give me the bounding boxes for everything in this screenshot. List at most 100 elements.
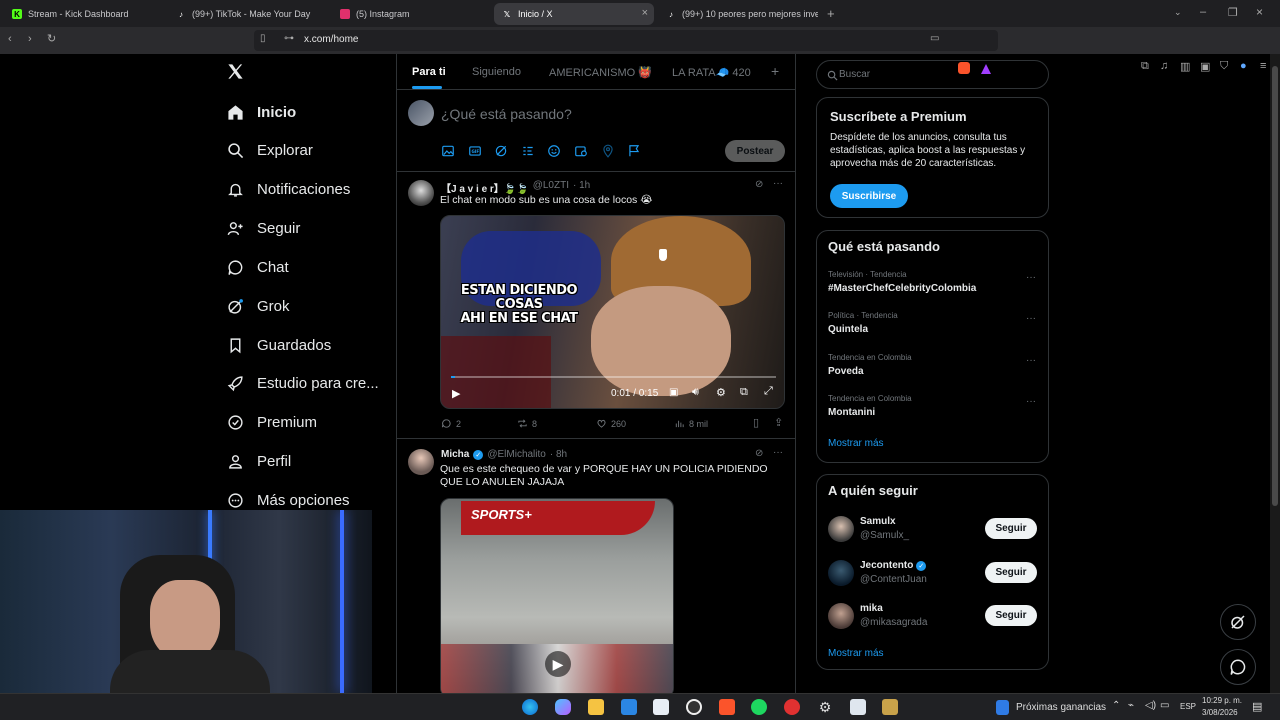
folder-icon[interactable] <box>588 699 604 715</box>
search-box[interactable]: Buscar <box>816 60 1049 89</box>
browser-tab-x[interactable]: 𝕏 Inicio / X × <box>494 3 654 25</box>
settings-icon[interactable]: ⚙ <box>716 386 726 399</box>
tab-list-icon[interactable]: ⌄ <box>1174 7 1182 18</box>
url-box[interactable]: ▯ ⊶ x.com/home ▭ <box>254 30 998 51</box>
grok-explain-icon[interactable]: ⊘ <box>755 179 763 190</box>
browser-tab-instagram[interactable]: (5) Instagram <box>332 3 492 25</box>
scrollbar-thumb[interactable] <box>1272 66 1278 506</box>
more-options-icon[interactable]: ··· <box>773 178 783 189</box>
brave-icon[interactable] <box>719 699 735 715</box>
avatar[interactable] <box>408 449 434 475</box>
cast-icon[interactable]: ▭ <box>930 33 939 44</box>
composer-input[interactable]: ¿Qué está pasando? <box>441 106 572 122</box>
avatar[interactable] <box>828 603 854 629</box>
follow-button[interactable]: Seguir <box>985 562 1037 583</box>
location-icon[interactable] <box>601 144 615 158</box>
nav-creator-studio[interactable]: Estudio para cre... <box>226 368 379 398</box>
trend-item[interactable]: Política · Tendencia Quintela ··· <box>817 309 1048 350</box>
tweet-time[interactable]: · 8h <box>550 449 567 460</box>
captions-icon[interactable]: ▣ <box>669 387 678 398</box>
minimize-icon[interactable]: – <box>1200 6 1206 18</box>
image-icon[interactable] <box>441 144 455 158</box>
follow-item[interactable]: Jecontento ✓ @ContentJuan Seguir <box>817 557 1048 591</box>
trend-item[interactable]: Televisión · Tendencia #MasterChefCelebr… <box>817 268 1048 309</box>
add-tab-icon[interactable]: + <box>771 63 779 79</box>
trend-more-icon[interactable]: ··· <box>1026 272 1036 283</box>
avatar[interactable] <box>408 180 434 206</box>
nav-follow[interactable]: Seguir <box>226 213 300 243</box>
follow-button[interactable]: Seguir <box>985 518 1037 539</box>
wallet-icon[interactable]: ▣ <box>1200 60 1210 73</box>
emoji-icon[interactable] <box>547 144 561 158</box>
tweet-author-name[interactable]: Micha <box>441 449 469 460</box>
tweet-time[interactable]: · 1h <box>573 180 590 195</box>
tab-following[interactable]: Siguiendo <box>472 66 521 78</box>
page-scrollbar[interactable] <box>1270 54 1280 693</box>
bookmark-tweet-icon[interactable]: ▯ <box>753 416 759 429</box>
nav-chat[interactable]: Chat <box>226 252 289 282</box>
tweet-author-name[interactable]: 【J a v i e r】🍃🍃 <box>441 180 529 195</box>
media-icon[interactable]: ♫ <box>1160 60 1168 72</box>
nav-home[interactable]: Inicio <box>226 97 296 127</box>
new-tab-icon[interactable]: + <box>827 6 835 21</box>
grok-explain-icon[interactable]: ⊘ <box>755 448 763 459</box>
follow-show-more-link[interactable]: Mostrar más <box>828 648 884 659</box>
battery-icon[interactable]: ▭ <box>1160 700 1169 711</box>
post-button[interactable]: Postear <box>725 140 785 162</box>
repost-button[interactable]: 8 <box>517 418 537 429</box>
reply-button[interactable]: 2 <box>441 418 461 429</box>
forward-icon[interactable]: › <box>28 33 32 45</box>
video-progress-bar[interactable] <box>451 376 776 378</box>
trend-more-icon[interactable]: ··· <box>1026 355 1036 366</box>
notification-center-icon[interactable]: ▤ <box>1252 700 1262 713</box>
volume-tray-icon[interactable]: ◁) <box>1145 700 1156 711</box>
tab-list-americanismo[interactable]: AMERICANISMO 👹 <box>549 66 652 79</box>
menu-icon[interactable]: ≡ <box>1260 60 1266 72</box>
close-window-icon[interactable]: × <box>1256 5 1263 19</box>
avatar[interactable] <box>828 516 854 542</box>
stocks-widget-icon[interactable] <box>996 700 1009 715</box>
tab-list-la-rata[interactable]: LA RATA🧢 420 <box>672 66 751 79</box>
language-indicator[interactable]: ESP <box>1180 702 1196 711</box>
trend-more-icon[interactable]: ··· <box>1026 396 1036 407</box>
clock-time[interactable]: 10:29 p. m. <box>1202 696 1242 705</box>
tweet-handle[interactable]: @ElMichalito <box>487 449 546 460</box>
url-text[interactable]: x.com/home <box>304 34 358 45</box>
nav-premium[interactable]: Premium <box>226 407 317 437</box>
tray-chevron-icon[interactable]: ⌃ <box>1112 700 1120 711</box>
obs-icon[interactable] <box>686 699 702 715</box>
share-icon[interactable]: ⇪ <box>774 416 783 429</box>
restore-icon[interactable]: ❐ <box>1228 6 1238 19</box>
tab-for-you[interactable]: Para ti <box>412 66 446 78</box>
tweet-handle[interactable]: @L0ZTI <box>533 180 569 195</box>
clock-date[interactable]: 3/08/2026 <box>1202 708 1238 717</box>
poll-icon[interactable] <box>521 144 535 158</box>
extensions-icon[interactable]: ⧉ <box>1141 60 1149 73</box>
nav-notifications[interactable]: Notificaciones <box>226 174 350 204</box>
grok-float-button[interactable] <box>1220 604 1256 640</box>
schedule-icon[interactable] <box>574 144 588 158</box>
follow-item[interactable]: mika @mikasagrada Seguir <box>817 600 1048 634</box>
back-icon[interactable]: ‹ <box>8 33 12 45</box>
spotify-icon[interactable] <box>751 699 767 715</box>
edge-icon[interactable] <box>522 699 538 715</box>
x-logo-icon[interactable] <box>226 62 246 82</box>
nav-profile[interactable]: Perfil <box>226 446 291 476</box>
site-info-icon[interactable]: ⊶ <box>284 33 294 44</box>
follow-button[interactable]: Seguir <box>985 605 1037 626</box>
nav-grok[interactable]: Grok <box>226 291 290 321</box>
play-icon[interactable]: ▶ <box>452 387 460 400</box>
play-icon[interactable]: ▶ <box>545 651 571 677</box>
picture-in-picture-icon[interactable]: ⧉ <box>740 386 748 399</box>
reload-icon[interactable]: ↻ <box>47 32 56 45</box>
subscribe-button[interactable]: Suscribirse <box>830 184 908 208</box>
app-icon[interactable] <box>784 699 800 715</box>
browser-tab-tiktok[interactable]: ♪ (99+) TikTok - Make Your Day <box>168 3 328 25</box>
gif-icon[interactable]: GIF <box>468 144 482 158</box>
nav-bookmarks[interactable]: Guardados <box>226 330 331 360</box>
browser-tab-kick[interactable]: K Stream - Kick Dashboard <box>4 3 164 25</box>
search-input[interactable]: Buscar <box>839 69 870 80</box>
chat-float-button[interactable] <box>1220 649 1256 685</box>
widget-label[interactable]: Próximas ganancias <box>1016 702 1106 713</box>
network-icon[interactable]: ⌁ <box>1128 700 1134 711</box>
